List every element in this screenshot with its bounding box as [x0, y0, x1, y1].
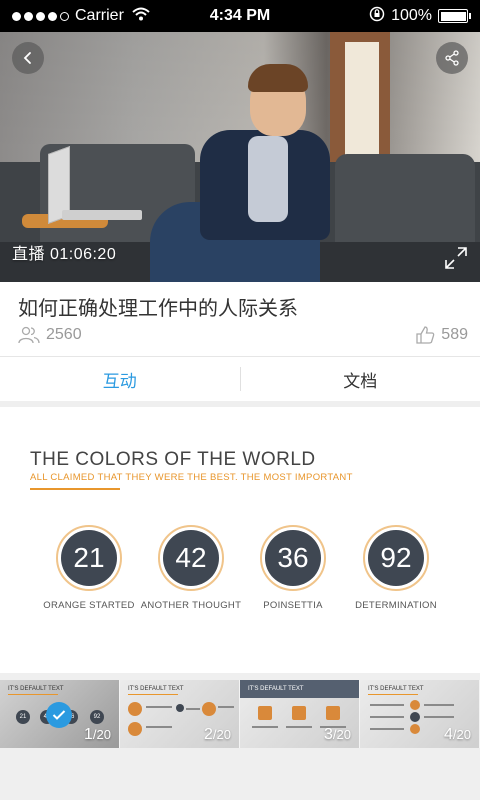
carrier-name: Carrier [75, 7, 124, 24]
rotation-lock-icon [369, 6, 385, 27]
share-icon [445, 50, 459, 66]
like-count: 589 [441, 326, 468, 343]
live-time-label: 直播 01:06:20 [12, 246, 117, 263]
back-button[interactable] [12, 42, 44, 74]
like-button[interactable]: 589 [415, 325, 468, 345]
slide-thumbnails: IT'S DEFAULT TEXT 21 42 36 92 1/20 IT'S … [0, 680, 480, 748]
tab-documents-label: 文档 [343, 371, 378, 391]
wifi-icon [132, 7, 150, 26]
thumbs-up-icon [416, 326, 435, 344]
video-player[interactable]: 直播 01:06:20 [0, 32, 480, 282]
stat-value: 42 [163, 530, 219, 586]
slide-thumbnail[interactable]: IT'S DEFAULT TEXT 2/20 [120, 680, 240, 748]
slide-stat: 21 ORANGE STARTED [34, 525, 144, 611]
stat-label: POINSETTIA [263, 600, 323, 611]
slide-stat: 92 DETERMINATION [341, 525, 451, 611]
slide-thumbnail[interactable]: IT'S DEFAULT TEXT 3/20 [240, 680, 360, 748]
thumb-heading: IT'S DEFAULT TEXT [248, 686, 304, 692]
battery-icon [438, 9, 471, 23]
slide-thumbnail[interactable]: IT'S DEFAULT TEXT 4/20 [360, 680, 480, 748]
thumb-heading: IT'S DEFAULT TEXT [128, 686, 184, 692]
course-title: 如何正确处理工作中的人际关系 [18, 298, 298, 320]
course-info: 如何正确处理工作中的人际关系 2560 589 [0, 282, 480, 356]
battery-percent: 100% [391, 7, 432, 24]
slide-title: THE COLORS OF THE WORLD [30, 449, 316, 470]
selected-check-icon [46, 702, 72, 728]
current-slide[interactable]: THE COLORS OF THE WORLD ALL CLAIMED THAT… [0, 407, 480, 673]
content-tabs: 互动 文档 [0, 356, 480, 401]
signal-strength-icon [12, 11, 69, 21]
stat-value: 36 [265, 530, 321, 586]
thumb-page-number: 1/20 [84, 726, 111, 743]
slide-title-underline [30, 488, 120, 490]
tab-interaction[interactable]: 互动 [0, 357, 240, 401]
slide-stat: 42 ANOTHER THOUGHT [136, 525, 246, 611]
stat-label: ORANGE STARTED [43, 600, 135, 611]
thumb-page-number: 3/20 [324, 726, 351, 743]
slide-stat: 36 POINSETTIA [238, 525, 348, 611]
slide-subtitle: ALL CLAIMED THAT THEY WERE THE BEST. THE… [30, 472, 353, 483]
chevron-left-icon [23, 52, 31, 64]
viewer-count: 2560 [18, 326, 82, 344]
share-button[interactable] [436, 42, 468, 74]
thumb-heading: IT'S DEFAULT TEXT [8, 686, 64, 692]
fullscreen-button[interactable] [444, 246, 468, 270]
stat-value: 21 [61, 530, 117, 586]
thumb-page-number: 2/20 [204, 726, 231, 743]
stat-label: ANOTHER THOUGHT [140, 600, 242, 611]
expand-icon [445, 247, 467, 269]
slide-thumbnail[interactable]: IT'S DEFAULT TEXT 21 42 36 92 1/20 [0, 680, 120, 748]
thumb-heading: IT'S DEFAULT TEXT [368, 686, 424, 692]
tab-documents[interactable]: 文档 [241, 357, 480, 401]
thumb-page-number: 4/20 [444, 726, 471, 743]
users-icon [18, 326, 40, 344]
viewer-count-value: 2560 [46, 326, 82, 343]
tab-interaction-label: 互动 [102, 371, 137, 391]
status-bar: Carrier 4:34 PM 100% [0, 0, 480, 32]
stat-label: DETERMINATION [355, 600, 437, 611]
stat-value: 92 [368, 530, 424, 586]
